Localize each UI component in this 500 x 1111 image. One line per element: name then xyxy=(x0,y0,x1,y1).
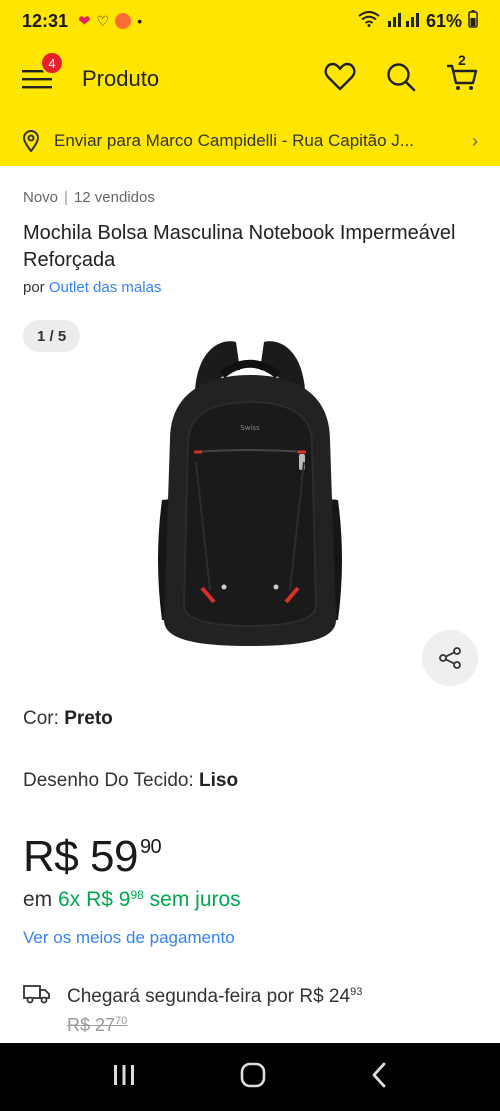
search-button[interactable] xyxy=(386,62,416,97)
notification-badge: 4 xyxy=(40,51,64,75)
color-attribute[interactable]: Cor: Preto xyxy=(23,708,113,730)
color-value: Preto xyxy=(64,708,113,729)
cart-count: 2 xyxy=(458,51,466,68)
price-cents: 90 xyxy=(139,836,162,858)
location-pin-icon xyxy=(22,130,40,152)
battery-icon xyxy=(468,9,478,33)
heart-notification-icon: ❤ xyxy=(78,13,91,30)
home-icon xyxy=(240,1062,266,1087)
price-currency: R$ xyxy=(23,832,79,881)
share-button[interactable] xyxy=(422,630,478,686)
back-icon xyxy=(372,1062,386,1087)
chevron-right-icon: › xyxy=(472,130,478,151)
seller-link[interactable]: Outlet das malas xyxy=(49,279,162,296)
product-title: Mochila Bolsa Masculina Notebook Imperme… xyxy=(23,222,456,271)
price-integer: 59 xyxy=(89,832,138,881)
status-bar: 12:31 ❤ ♡ • 61% xyxy=(0,0,500,42)
delivery-old-price-text: R$ 27 xyxy=(67,1015,116,1035)
installment-integer: 9 xyxy=(118,888,131,911)
pattern-label: Desenho Do Tecido: xyxy=(23,770,194,791)
page-title: Produto xyxy=(82,66,160,91)
installment-suffix: sem juros xyxy=(149,888,241,911)
app-circle-icon xyxy=(115,13,132,29)
installment-count: 6x xyxy=(58,888,81,911)
installment-cents: 98 xyxy=(130,888,144,902)
shipping-address-text: Enviar para Marco Campidelli - Rua Capit… xyxy=(54,131,414,150)
home-button[interactable] xyxy=(240,1062,266,1093)
pattern-value: Liso xyxy=(199,770,239,791)
recent-apps-button[interactable] xyxy=(112,1064,136,1091)
cart-button[interactable]: 2 xyxy=(446,52,478,97)
bag-brand-logo: Swiss xyxy=(240,424,260,432)
heart-icon xyxy=(324,62,356,90)
menu-button[interactable]: 4 xyxy=(22,51,64,93)
installment-currency: R$ xyxy=(86,888,113,911)
share-icon xyxy=(439,647,461,669)
search-icon xyxy=(387,62,416,91)
seller-prefix: por xyxy=(23,279,45,296)
gallery-counter: 1 / 5 xyxy=(23,320,81,352)
battery-level: 61% xyxy=(425,10,462,31)
installments: em 6x R$ 998 sem juros xyxy=(23,888,241,912)
app-header: 4 Produto 2 xyxy=(0,42,500,116)
wifi-icon xyxy=(358,10,380,32)
shipping-address-bar[interactable]: Enviar para Marco Campidelli - Rua Capit… xyxy=(0,116,500,166)
delivery-old-cents: 70 xyxy=(115,1015,128,1027)
delivery-info: Chegará segunda-feira por R$ 2493 R$ 277… xyxy=(23,980,362,1038)
product-image[interactable]: Swiss xyxy=(140,330,360,650)
delivery-text-line: Chegará segunda-feira por R$ 2493 xyxy=(67,980,362,1009)
recents-icon xyxy=(114,1064,134,1085)
installment-prefix: em xyxy=(23,888,53,911)
seller-line: por Outlet das malas xyxy=(23,279,161,296)
delivery-text: Chegará segunda-feira por R$ 24 xyxy=(67,986,351,1007)
signal-icon xyxy=(386,11,420,32)
backpack-illustration: Swiss xyxy=(158,341,342,646)
payment-methods-link[interactable]: Ver os meios de pagamento xyxy=(23,928,235,948)
color-label: Cor: xyxy=(23,708,59,729)
clock: 12:31 xyxy=(22,10,69,31)
product-meta: Novo | 12 vendidos xyxy=(23,189,155,206)
favorite-button[interactable] xyxy=(324,62,356,97)
price: R$ 59 90 xyxy=(23,832,162,882)
meta-separator: | xyxy=(64,189,68,206)
delivery-old-price: R$ 2770 xyxy=(67,1009,362,1038)
notification-icons: ❤ ♡ • xyxy=(78,12,143,31)
back-button[interactable] xyxy=(370,1062,388,1093)
app-notification-icon: ♡ xyxy=(96,12,110,29)
dot-icon: • xyxy=(137,13,143,29)
truck-icon xyxy=(23,985,50,1004)
system-nav-bar xyxy=(0,1043,500,1111)
pattern-attribute[interactable]: Desenho Do Tecido: Liso xyxy=(23,770,238,792)
delivery-cents: 93 xyxy=(350,986,363,998)
condition-label: Novo xyxy=(23,189,59,206)
sold-count: 12 vendidos xyxy=(73,189,155,206)
